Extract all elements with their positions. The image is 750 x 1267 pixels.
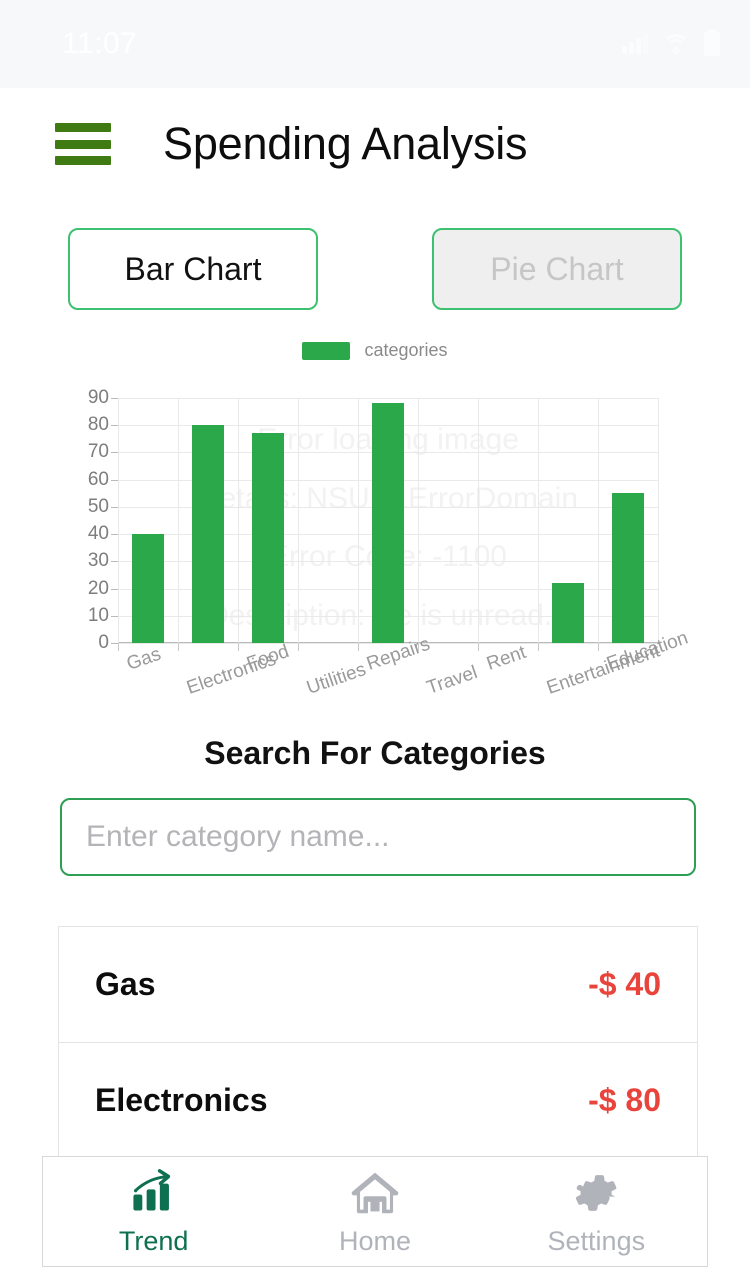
chart-y-tick-mark — [111, 398, 118, 399]
search-input[interactable] — [60, 798, 696, 876]
chart-x-tick-label: Utilities — [304, 659, 369, 700]
chart-x-tick-mark — [358, 643, 359, 651]
chart-gridline-v — [598, 398, 599, 643]
category-list: Gas -$ 40 Electronics -$ 80 — [58, 926, 698, 1158]
chart-y-tick-label: 60 — [88, 469, 109, 491]
chart-gridline-h — [118, 643, 658, 644]
chart-y-tick-label: 70 — [88, 441, 109, 463]
chart-bar — [252, 433, 283, 643]
chart-bar — [192, 425, 223, 643]
chart-bar — [552, 583, 583, 643]
nav-item-settings[interactable]: Settings — [486, 1157, 707, 1266]
chart-legend: categories — [0, 340, 750, 361]
chart-y-tick-mark — [111, 507, 118, 508]
app-bar: Spending Analysis — [0, 88, 750, 200]
chart-y-tick-label: 30 — [88, 550, 109, 572]
chart-x-tick-mark — [478, 643, 479, 651]
chart-type-toggle: Bar Chart Pie Chart — [0, 228, 750, 310]
battery-icon — [704, 32, 720, 56]
chart-x-tick-mark — [418, 643, 419, 651]
chart-x-tick-mark — [178, 643, 179, 651]
chart-y-tick-label: 50 — [88, 496, 109, 518]
category-row[interactable]: Gas -$ 40 — [58, 926, 698, 1042]
chart-x-tick-label: Gas — [124, 644, 164, 676]
search-heading: Search For Categories — [0, 735, 750, 772]
chart-y-tick-mark — [111, 589, 118, 590]
chart-gridline-v — [658, 398, 659, 643]
home-icon — [347, 1167, 403, 1224]
chart-gridline-v — [238, 398, 239, 643]
chart-y-tick-label: 20 — [88, 578, 109, 600]
chart-y-tick-mark — [111, 425, 118, 426]
status-bar-time: 11:07 — [62, 27, 137, 61]
tab-pie-chart[interactable]: Pie Chart — [432, 228, 682, 310]
chart-gridline-v — [298, 398, 299, 643]
chart-gridline-h — [118, 398, 658, 399]
category-amount: -$ 40 — [588, 966, 661, 1003]
nav-label-settings: Settings — [548, 1226, 646, 1257]
gear-icon — [568, 1167, 624, 1224]
hamburger-menu-icon[interactable] — [55, 123, 111, 165]
chart-bar — [132, 534, 163, 643]
chart-y-tick-mark — [111, 452, 118, 453]
category-name: Electronics — [95, 1082, 268, 1119]
nav-item-home[interactable]: Home — [264, 1157, 485, 1266]
chart-x-tick-mark — [538, 643, 539, 651]
signal-icon — [622, 34, 648, 54]
tab-bar-chart[interactable]: Bar Chart — [68, 228, 318, 310]
nav-label-home: Home — [339, 1226, 411, 1257]
category-name: Gas — [95, 966, 155, 1003]
nav-item-trend[interactable]: Trend — [43, 1157, 264, 1266]
chart-gridline-v — [478, 398, 479, 643]
chart-y-tick-label: 80 — [88, 414, 109, 436]
chart-y-tick-mark — [111, 643, 118, 644]
chart-y-tick-mark — [111, 480, 118, 481]
trend-chart-icon — [126, 1167, 182, 1224]
chart-bar — [372, 403, 403, 643]
category-row[interactable]: Electronics -$ 80 — [58, 1042, 698, 1158]
chart-gridline-v — [178, 398, 179, 643]
category-amount: -$ 80 — [588, 1082, 661, 1119]
chart-gridline-v — [118, 398, 119, 643]
chart-y-tick-mark — [111, 534, 118, 535]
chart-y-tick-mark — [111, 561, 118, 562]
app-root: 11:07 Spending Analysis Bar Chart Pie Ch… — [0, 0, 750, 1267]
chart-y-tick-label: 40 — [88, 523, 109, 545]
chart-y-tick-label: 90 — [88, 387, 109, 409]
chart-x-tick-label: Travel — [424, 662, 480, 700]
chart-x-tick-mark — [238, 643, 239, 651]
legend-swatch-categories — [302, 342, 350, 360]
chart-gridline-v — [538, 398, 539, 643]
chart-bar — [612, 493, 643, 643]
legend-label-categories: categories — [364, 340, 447, 361]
wifi-icon — [662, 34, 690, 55]
chart-y-tick-mark — [111, 616, 118, 617]
bottom-navigation: Trend Home Settings — [42, 1156, 708, 1267]
status-bar: 11:07 — [0, 0, 750, 88]
nav-label-trend: Trend — [119, 1226, 189, 1257]
chart-plot-area: 0102030405060708090GasElectronicsFoodUti… — [118, 398, 658, 643]
chart-x-tick-label: Rent — [484, 642, 529, 676]
chart-plot-wrap: Error loading image Details: NSURLErrorD… — [0, 366, 750, 686]
status-bar-icons — [622, 32, 720, 56]
chart-gridline-v — [418, 398, 419, 643]
page-title: Spending Analysis — [163, 118, 527, 170]
spending-bar-chart: categories Error loading image Details: … — [0, 336, 750, 686]
chart-x-tick-mark — [118, 643, 119, 651]
chart-y-tick-label: 0 — [98, 632, 109, 654]
chart-x-tick-mark — [598, 643, 599, 651]
chart-gridline-v — [358, 398, 359, 643]
chart-x-tick-mark — [298, 643, 299, 651]
chart-y-tick-label: 10 — [88, 605, 109, 627]
